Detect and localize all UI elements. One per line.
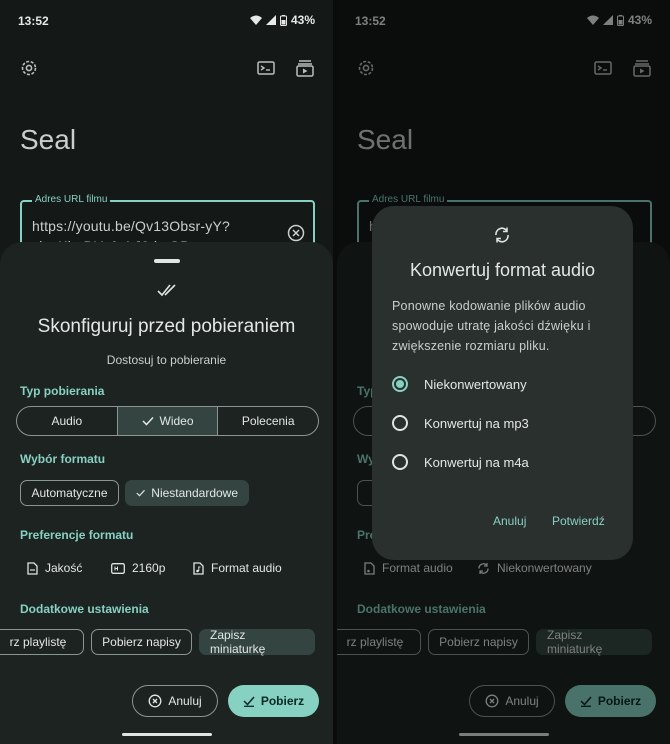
dialog-confirm-button[interactable]: Potwierdź bbox=[552, 514, 605, 528]
chip-subtitles[interactable]: Pobierz napisy bbox=[91, 629, 192, 655]
radio-option-mp3[interactable]: Konwertuj na mp3 bbox=[392, 415, 529, 431]
hd-icon bbox=[111, 562, 125, 574]
download-icon bbox=[243, 696, 255, 707]
chip-resolution[interactable]: 2160p bbox=[111, 554, 165, 582]
radio-button[interactable] bbox=[392, 376, 408, 392]
phone-right: 13:52 43% Seal Adres URL filmu h Typ Wyb bbox=[337, 0, 670, 744]
chip-quality[interactable]: Jakość bbox=[26, 554, 82, 582]
dialog-title: Konwertuj format audio bbox=[409, 260, 596, 280]
segment-video[interactable]: Wideo bbox=[117, 407, 219, 435]
sheet-subtitle: Dostosuj to pobieranie bbox=[106, 353, 227, 367]
check-icon bbox=[141, 416, 154, 426]
chip-custom[interactable]: Niestandardowe bbox=[125, 480, 249, 506]
segment-audio[interactable]: Audio bbox=[17, 407, 118, 435]
settings-icon[interactable] bbox=[19, 58, 39, 78]
section-format-prefs: Preferencje formatu bbox=[20, 528, 134, 542]
download-button[interactable]: Pobierz bbox=[228, 685, 319, 717]
chip-automatic[interactable]: Automatyczne bbox=[20, 480, 119, 506]
download-config-sheet: Skonfiguruj przed pobieraniem Dostosuj t… bbox=[0, 242, 333, 744]
sheet-title: Skonfiguruj przed pobieraniem bbox=[37, 316, 296, 337]
done-all-icon bbox=[157, 284, 176, 297]
status-bar: 13:52 43% bbox=[0, 0, 333, 40]
terminal-icon[interactable] bbox=[256, 58, 276, 78]
phone-left: 13:52 43% Seal Adres URL filmu https://y… bbox=[0, 0, 333, 744]
quality-icon bbox=[27, 561, 38, 575]
radio-option-unconverted[interactable]: Niekonwertowany bbox=[392, 376, 527, 392]
downloads-queue-icon[interactable] bbox=[295, 58, 315, 78]
sync-icon bbox=[495, 227, 509, 243]
audio-file-icon bbox=[193, 561, 204, 575]
cancel-button[interactable]: Anuluj bbox=[132, 685, 218, 717]
check-icon bbox=[136, 489, 145, 497]
radio-button[interactable] bbox=[392, 454, 408, 470]
section-format-select: Wybór formatu bbox=[20, 452, 106, 466]
chip-thumbnail[interactable]: Zapisz miniaturkę bbox=[199, 628, 315, 656]
battery-icon bbox=[279, 14, 287, 26]
signal-icon bbox=[265, 15, 276, 25]
convert-audio-dialog: Konwertuj format audio Ponowne kodowanie… bbox=[372, 206, 633, 560]
wifi-icon bbox=[249, 15, 262, 25]
cancel-icon bbox=[148, 694, 162, 708]
radio-option-m4a[interactable]: Konwertuj na m4a bbox=[392, 454, 529, 470]
chip-playlist[interactable]: rz playlistę bbox=[0, 629, 84, 655]
segment-commands[interactable]: Polecenia bbox=[218, 407, 318, 435]
gesture-nav-bar bbox=[122, 733, 212, 736]
status-time: 13:52 bbox=[18, 14, 49, 28]
radio-button[interactable] bbox=[392, 415, 408, 431]
dialog-body: Ponowne kodowanie plików audio spowoduje… bbox=[392, 299, 591, 353]
section-download-type: Typ pobierania bbox=[20, 384, 105, 398]
battery-percent: 43% bbox=[290, 13, 315, 27]
app-title: Seal bbox=[20, 124, 77, 155]
section-extra-settings: Dodatkowe ustawienia bbox=[20, 602, 149, 616]
url-input-label: Adres URL filmu bbox=[32, 194, 111, 205]
drag-handle[interactable] bbox=[154, 259, 180, 263]
download-type-segmented: Audio Wideo Polecenia bbox=[16, 406, 319, 436]
chip-audio-format[interactable]: Format audio bbox=[192, 554, 282, 582]
clear-icon[interactable] bbox=[287, 224, 305, 242]
dialog-cancel-button[interactable]: Anuluj bbox=[493, 514, 526, 528]
